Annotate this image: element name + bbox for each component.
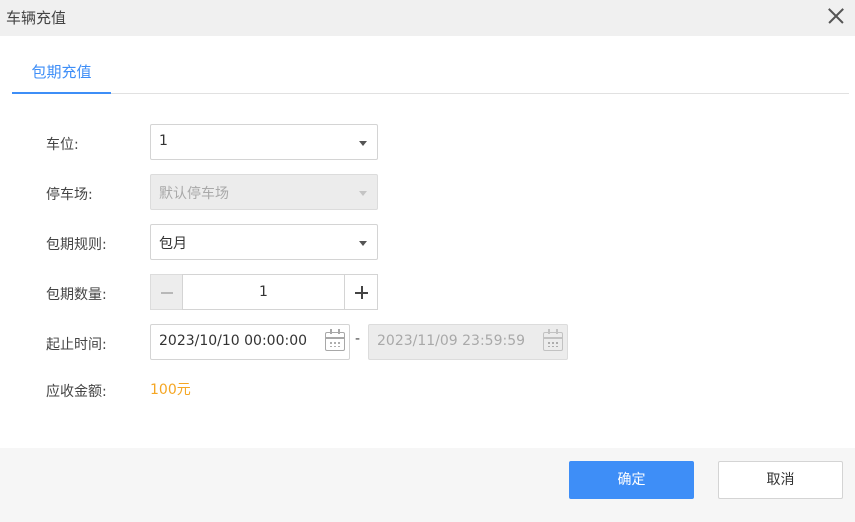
caret-down-icon (359, 241, 367, 246)
confirm-button[interactable]: 确定 (569, 461, 694, 499)
calendar-icon[interactable] (325, 329, 345, 351)
tab-period-recharge[interactable]: 包期充值 (12, 56, 111, 94)
period-rule-value: 包月 (159, 236, 187, 252)
time-range-label: 起止时间: (46, 337, 107, 353)
tab-bar: 包期充值 (12, 56, 849, 94)
close-icon[interactable] (823, 3, 849, 29)
space-value: 1 (159, 133, 168, 149)
plus-icon[interactable] (344, 274, 378, 310)
end-time-picker: 2023/11/09 23:59:59 (368, 324, 568, 360)
space-label: 车位: (46, 137, 79, 153)
parking-lot-value: 默认停车场 (159, 186, 229, 202)
dialog-titlebar: 车辆充值 (0, 0, 855, 36)
start-time-picker[interactable]: 2023/10/10 00:00:00 (150, 324, 350, 360)
cancel-button[interactable]: 取消 (718, 461, 843, 499)
period-count-label: 包期数量: (46, 287, 107, 303)
period-count-stepper: 1 (150, 274, 378, 310)
minus-icon[interactable] (150, 274, 183, 310)
calendar-icon (543, 329, 563, 351)
start-time-value: 2023/10/10 00:00:00 (159, 333, 308, 349)
caret-down-icon (359, 191, 367, 196)
dialog-title: 车辆充值 (6, 9, 67, 27)
parking-lot-label: 停车场: (46, 187, 93, 203)
time-range-separator: - (355, 331, 361, 347)
caret-down-icon (359, 141, 367, 146)
end-time-value: 2023/11/09 23:59:59 (377, 333, 526, 349)
amount-label: 应收金额: (46, 384, 107, 400)
period-rule-select[interactable]: 包月 (150, 224, 378, 260)
amount-value: 100元 (150, 382, 191, 398)
space-select[interactable]: 1 (150, 124, 378, 160)
period-count-input[interactable]: 1 (182, 274, 345, 310)
parking-lot-select: 默认停车场 (150, 174, 378, 210)
period-rule-label: 包期规则: (46, 237, 107, 253)
